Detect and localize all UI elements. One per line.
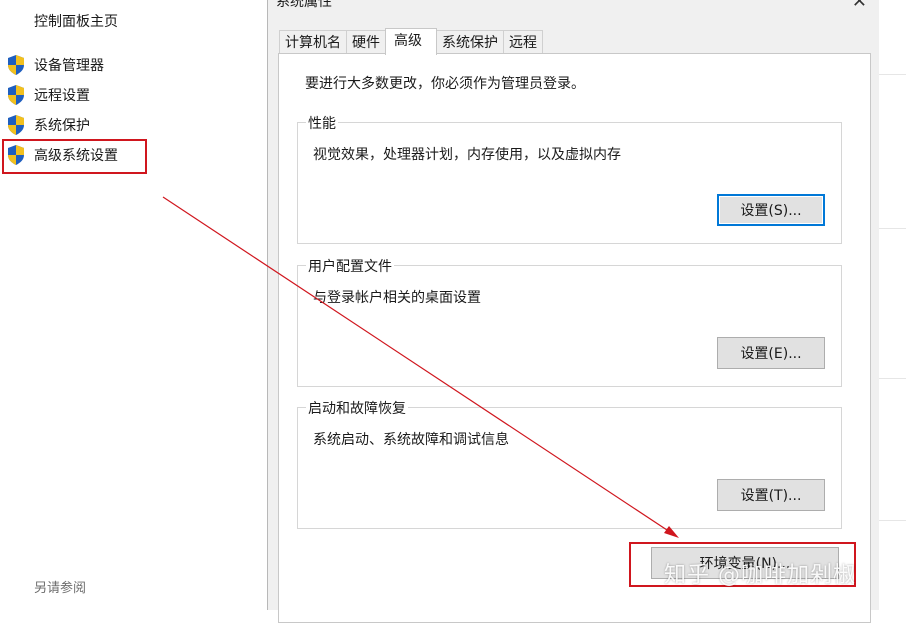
arrow-line — [162, 196, 671, 533]
watermark: 知乎 @咖啡加剁椒 — [664, 563, 856, 588]
arrow-head — [664, 526, 679, 538]
annotation-arrow — [162, 196, 679, 538]
tab-advanced[interactable]: 高级 — [385, 28, 437, 55]
